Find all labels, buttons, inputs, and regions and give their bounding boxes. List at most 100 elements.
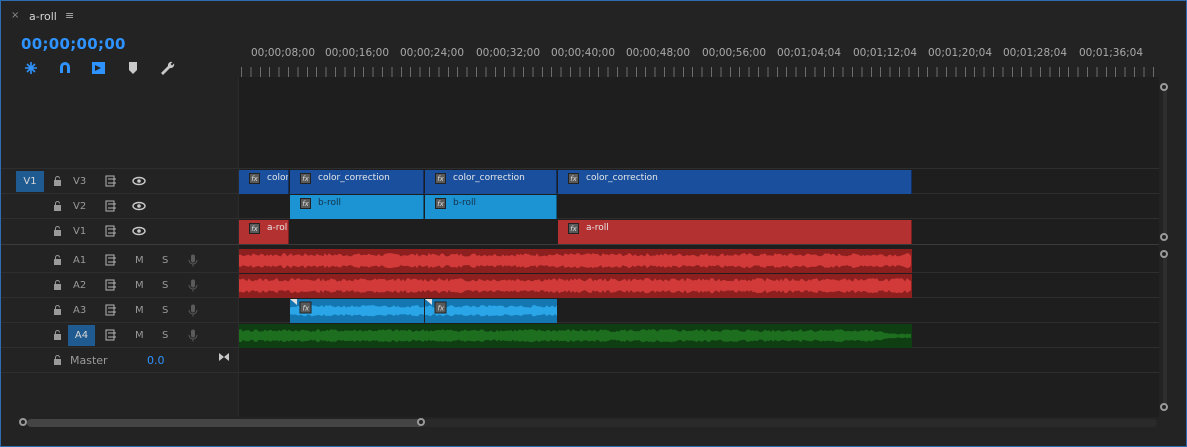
sync-lock-icon[interactable] [105, 304, 119, 316]
sync-lock-icon[interactable] [105, 175, 119, 187]
playhead-timecode[interactable]: 00;00;00;00 [21, 35, 126, 53]
lock-icon[interactable] [53, 255, 62, 265]
solo-button[interactable]: S [162, 280, 168, 291]
microphone-icon[interactable] [188, 304, 198, 317]
eye-icon[interactable] [132, 201, 146, 211]
sync-lock-icon[interactable] [105, 254, 119, 266]
track-header-a3: A3 M S [1, 299, 238, 323]
adjustment-clip[interactable]: fx color_correction [425, 170, 557, 194]
adjustment-clip[interactable]: fx color_correction [558, 170, 912, 194]
ruler-label: 00;01;20;04 [927, 47, 993, 59]
fx-badge-icon: fx [249, 173, 260, 184]
ruler-label: 00;00;40;00 [550, 47, 616, 59]
track-name: A3 [73, 305, 87, 316]
sync-lock-icon[interactable] [105, 225, 119, 237]
ruler-label: 00;01;36;04 [1078, 47, 1144, 59]
track-header-a2: A2 M S [1, 274, 238, 298]
video-vertical-scrollbar[interactable] [1163, 89, 1167, 239]
scroll-handle[interactable] [1160, 250, 1168, 258]
lock-icon[interactable] [53, 305, 62, 315]
microphone-icon[interactable] [188, 329, 198, 342]
ruler-label: 00;00;56;00 [701, 47, 767, 59]
solo-button[interactable]: S [162, 305, 168, 316]
track-name: A1 [73, 255, 87, 266]
ruler-label: 00;01;12;04 [852, 47, 918, 59]
ruler-label: 00;01;28;04 [1002, 47, 1068, 59]
panel-menu-icon[interactable]: ≡ [65, 9, 74, 22]
microphone-icon[interactable] [188, 254, 198, 267]
clip-label: color_correction [453, 173, 525, 183]
tab-bar: × a-roll ≡ [1, 1, 1186, 31]
master-volume-value[interactable]: 0.0 [147, 354, 165, 367]
mute-button[interactable]: M [135, 255, 144, 266]
wrench-icon[interactable] [158, 59, 176, 77]
clip-label: b-roll [453, 198, 476, 208]
fx-badge-icon: fx [300, 173, 311, 184]
fx-badge-icon: fx [435, 198, 446, 209]
b-roll-clip[interactable]: fx b-roll [425, 195, 557, 219]
adjustment-clip[interactable]: fx color_correction [290, 170, 424, 194]
track-target-a4[interactable]: A4 [68, 325, 95, 346]
mute-button[interactable]: M [135, 305, 144, 316]
zoom-handle-left[interactable] [19, 418, 27, 426]
adjustment-clip[interactable]: fx color_ [239, 170, 289, 194]
a-roll-clip[interactable]: fx a-roll [239, 220, 289, 244]
scroll-handle[interactable] [1160, 83, 1168, 91]
lock-icon[interactable] [53, 280, 62, 290]
audio-vertical-scrollbar[interactable] [1163, 256, 1167, 408]
lock-icon[interactable] [53, 355, 62, 365]
go-to-in-out-icon[interactable] [218, 352, 230, 362]
ruler-label: 00;00;24;00 [399, 47, 465, 59]
marker-icon[interactable] [124, 59, 142, 77]
ruler-label: 00;00;48;00 [625, 47, 691, 59]
solo-button[interactable]: S [162, 330, 168, 341]
master-label: Master [70, 354, 108, 367]
track-header-v1: V1 [1, 220, 238, 244]
zoom-scrollbar-thumb[interactable] [27, 419, 423, 427]
fx-badge-icon: fx [435, 173, 446, 184]
mute-button[interactable]: M [135, 280, 144, 291]
sync-lock-icon[interactable] [105, 200, 119, 212]
timeline-panel: × a-roll ≡ 00;00;00;00 00;00;08;00 00;00… [0, 0, 1187, 447]
microphone-icon[interactable] [188, 279, 198, 292]
lock-icon[interactable] [53, 201, 62, 211]
sequence-tab-title[interactable]: a-roll [29, 10, 57, 23]
svg-text:fx: fx [438, 305, 445, 313]
ruler-label: 00;00;08;00 [250, 47, 316, 59]
close-tab-icon[interactable]: × [11, 10, 19, 21]
track-header-master: Master 0.0 [1, 349, 238, 373]
ruler-ticks [241, 67, 1157, 77]
audio-clip-a1[interactable] [239, 249, 912, 273]
audio-clip-a3[interactable]: fx [425, 299, 557, 323]
audio-clip-a4[interactable] [239, 324, 912, 348]
a-roll-clip[interactable]: fx a-roll [558, 220, 912, 244]
magnet-linked-selection-icon[interactable] [56, 59, 74, 77]
scroll-handle[interactable] [1160, 233, 1168, 241]
sync-lock-icon[interactable] [105, 329, 119, 341]
eye-icon[interactable] [132, 226, 146, 236]
track-name: V2 [73, 201, 87, 212]
eye-icon[interactable] [132, 176, 146, 186]
track-area[interactable] [238, 77, 1159, 417]
lock-icon[interactable] [53, 176, 62, 186]
snap-in-sequence-icon[interactable] [22, 59, 40, 77]
solo-button[interactable]: S [162, 255, 168, 266]
source-patch-v1[interactable]: V1 [16, 171, 44, 192]
zoom-handle-right[interactable] [417, 418, 425, 426]
linked-selection-icon[interactable] [90, 59, 108, 77]
lock-icon[interactable] [53, 330, 62, 340]
scroll-handle[interactable] [1160, 403, 1168, 411]
svg-text:fx: fx [303, 305, 310, 313]
track-header-v3: V1 V3 [1, 170, 238, 194]
sync-lock-icon[interactable] [105, 279, 119, 291]
video-audio-divider [1, 244, 1159, 245]
fx-badge-icon: fx [568, 223, 579, 234]
b-roll-clip[interactable]: fx b-roll [290, 195, 424, 219]
audio-clip-a2[interactable] [239, 274, 912, 298]
track-header-a1: A1 M S [1, 249, 238, 273]
lock-icon[interactable] [53, 226, 62, 236]
ruler-label: 00;00;16;00 [324, 47, 390, 59]
track-name: A2 [73, 280, 87, 291]
audio-clip-a3[interactable]: fx [290, 299, 424, 323]
mute-button[interactable]: M [135, 330, 144, 341]
